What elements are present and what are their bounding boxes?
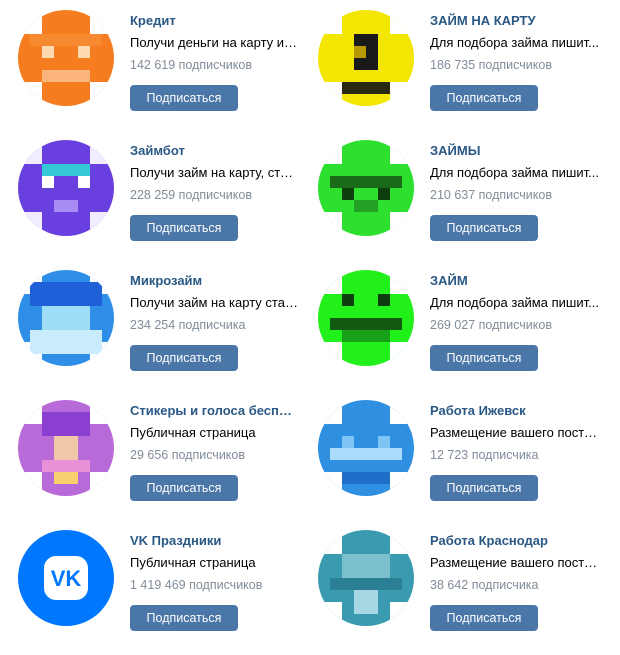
subscribe-button[interactable]: Подписаться — [130, 475, 238, 501]
subscriber-count: 29 656 подписчиков — [130, 448, 246, 462]
subscribe-button[interactable]: Подписаться — [130, 85, 238, 111]
purple-robot-icon[interactable] — [18, 140, 114, 236]
group-card-zaimbot: Займбот Получи займ на карту, став... 22… — [0, 130, 300, 241]
purple-character-icon[interactable] — [18, 400, 114, 496]
yellow-dollar-coin-icon[interactable] — [318, 10, 414, 106]
subscriber-count: 1 419 469 подписчиков — [130, 578, 263, 592]
blue-cloud-icon[interactable] — [18, 270, 114, 366]
group-card-zaimy: ЗАЙМЫ Для подбора займа пишит... 210 637… — [300, 130, 600, 241]
group-description: Для подбора займа пишит... — [430, 35, 599, 50]
group-description: Размещение вашего поста ... — [430, 425, 600, 440]
vk-logo-icon[interactable]: VK — [18, 530, 114, 626]
group-description: Для подбора займа пишит... — [430, 295, 599, 310]
green-pixel-face-icon[interactable] — [318, 270, 414, 366]
subscribe-button[interactable]: Подписаться — [430, 85, 538, 111]
group-card-credit: Кредит Получи деньги на карту ил... 142 … — [0, 0, 300, 111]
subscriber-count: 228 259 подписчиков — [130, 188, 252, 202]
subscribe-button[interactable]: Подписаться — [130, 605, 238, 631]
group-card-stickers: Стикеры и голоса бесплат... Публичная ст… — [0, 390, 300, 501]
subscribe-button[interactable]: Подписаться — [430, 605, 538, 631]
subscriber-count: 186 735 подписчиков — [430, 58, 552, 72]
group-card-rabota-krasnodar: Работа Краснодар Размещение вашего поста… — [300, 520, 600, 631]
group-name[interactable]: Стикеры и голоса бесплат... — [130, 402, 300, 420]
group-description: Размещение вашего поста ... — [430, 555, 600, 570]
group-description: Для подбора займа пишит... — [430, 165, 599, 180]
subscriber-count: 210 637 подписчиков — [430, 188, 552, 202]
group-card-rabota-izhevsk: Работа Ижевск Размещение вашего поста ..… — [300, 390, 600, 501]
subscriber-count: 38 642 подписчика — [430, 578, 539, 592]
group-name[interactable]: Кредит — [130, 12, 300, 30]
group-name[interactable]: Займбот — [130, 142, 300, 160]
orange-pixel-face-icon[interactable] — [18, 10, 114, 106]
subscriber-count: 142 619 подписчиков — [130, 58, 252, 72]
group-description: Публичная страница — [130, 425, 256, 440]
subscribe-button[interactable]: Подписаться — [430, 345, 538, 371]
group-description: Публичная страница — [130, 555, 256, 570]
group-description: Получи деньги на карту ил... — [130, 35, 300, 50]
teal-pixel-icon[interactable] — [318, 530, 414, 626]
group-name[interactable]: Работа Ижевск — [430, 402, 600, 420]
vk-logo-text: VK — [51, 566, 82, 591]
group-card-mikrozaim: Микрозайм Получи займ на карту став... 2… — [0, 260, 300, 371]
group-card-zaim-na-kartu: ЗАЙМ НА КАРТУ Для подбора займа пишит...… — [300, 0, 600, 111]
group-name[interactable]: VK Праздники — [130, 532, 300, 550]
subscriber-count: 269 027 подписчиков — [430, 318, 552, 332]
subscribe-button[interactable]: Подписаться — [430, 475, 538, 501]
groups-grid: Кредит Получи деньги на карту ил... 142 … — [0, 0, 620, 655]
subscribe-button[interactable]: Подписаться — [130, 345, 238, 371]
group-description: Получи займ на карту, став... — [130, 165, 300, 180]
group-description: Получи займ на карту став... — [130, 295, 300, 310]
group-name[interactable]: ЗАЙМЫ — [430, 142, 600, 160]
subscribe-button[interactable]: Подписаться — [430, 215, 538, 241]
subscribe-button[interactable]: Подписаться — [130, 215, 238, 241]
group-name[interactable]: ЗАЙМ НА КАРТУ — [430, 12, 600, 30]
group-name[interactable]: Микрозайм — [130, 272, 300, 290]
group-name[interactable]: ЗАЙМ — [430, 272, 600, 290]
group-card-zaim: ЗАЙМ Для подбора займа пишит... 269 027 … — [300, 260, 600, 371]
subscriber-count: 12 723 подписчика — [430, 448, 539, 462]
group-card-vk-prazdniki: VK VK Праздники Публичная страница 1 419… — [0, 520, 300, 631]
subscriber-count: 234 254 подписчика — [130, 318, 246, 332]
group-name[interactable]: Работа Краснодар — [430, 532, 600, 550]
green-pixel-face-icon[interactable] — [318, 140, 414, 236]
blue-pixel-icon[interactable] — [318, 400, 414, 496]
